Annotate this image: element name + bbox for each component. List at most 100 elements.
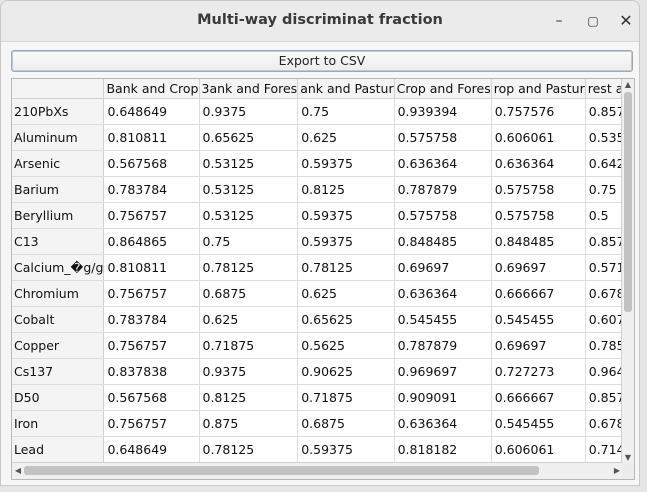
table-cell[interactable]: 0.545455 — [491, 306, 586, 333]
row-header[interactable]: Aluminum — [12, 124, 105, 151]
table-cell[interactable]: 0.6875 — [297, 410, 395, 437]
table-cell[interactable]: 0.756757 — [103, 332, 200, 359]
table-cell[interactable]: 0.783784 — [103, 306, 200, 333]
table-row[interactable]: 210PbXs 0.648649 0.9375 0.75 0.939394 0.75757… — [12, 98, 634, 125]
vertical-scrollbar[interactable]: ▲ ▼ — [621, 79, 634, 464]
maximize-icon[interactable]: ▢ — [582, 10, 604, 32]
table-cell[interactable]: 0.69697 — [394, 254, 492, 281]
table-cell[interactable]: 0.648649 — [103, 436, 200, 463]
table-cell[interactable]: 0.59375 — [297, 150, 395, 177]
table-row[interactable]: Iron 0.756757 0.875 0.6875 0.636364 0.545455 0… — [12, 410, 634, 437]
table-cell[interactable]: 0.756757 — [103, 202, 200, 229]
row-header[interactable]: Iron — [12, 410, 105, 437]
export-csv-button[interactable]: Export to CSV — [11, 50, 633, 72]
table-row[interactable]: Cobalt 0.783784 0.625 0.65625 0.545455 0.5454… — [12, 306, 634, 333]
table-row[interactable]: Lead 0.648649 0.78125 0.59375 0.818182 0.6060… — [12, 436, 634, 463]
table-cell[interactable]: 0.545455 — [394, 306, 492, 333]
table-cell[interactable]: 0.75 — [199, 228, 299, 255]
table-cell[interactable]: 0.606061 — [491, 124, 586, 151]
table-cell[interactable]: 0.567568 — [103, 150, 200, 177]
table-cell[interactable]: 0.53125 — [199, 176, 299, 203]
row-header[interactable]: Cobalt — [12, 306, 105, 333]
row-header[interactable]: Copper — [12, 332, 105, 359]
table-cell[interactable]: 0.606061 — [491, 436, 586, 463]
table-cell[interactable]: 0.53125 — [199, 150, 299, 177]
table-cell[interactable]: 0.69697 — [491, 254, 586, 281]
table-cell[interactable]: 0.53125 — [199, 202, 299, 229]
table-cell[interactable]: 0.848485 — [491, 228, 586, 255]
table-cell[interactable]: 0.939394 — [394, 98, 492, 125]
table-cell[interactable]: 0.636364 — [394, 280, 492, 307]
table-cell[interactable]: 0.65625 — [297, 306, 395, 333]
table-cell[interactable]: 0.59375 — [297, 228, 395, 255]
row-header[interactable]: Barium — [12, 176, 105, 203]
table-cell[interactable]: 0.575758 — [491, 202, 586, 229]
table-cell[interactable]: 0.90625 — [297, 358, 395, 385]
table-cell[interactable]: 0.78125 — [199, 436, 299, 463]
row-header[interactable]: 210PbXs — [12, 98, 105, 125]
table-row[interactable]: Chromium 0.756757 0.6875 0.625 0.636364 0.666… — [12, 280, 634, 307]
table-cell[interactable]: 0.666667 — [491, 384, 586, 411]
table-cell[interactable]: 0.78125 — [199, 254, 299, 281]
column-header[interactable]: ank and Pastur — [297, 79, 395, 99]
table-cell[interactable]: 0.648649 — [103, 98, 200, 125]
table-cell[interactable]: 0.756757 — [103, 280, 200, 307]
table-cell[interactable]: 0.625 — [297, 124, 395, 151]
table-cell[interactable]: 0.810811 — [103, 254, 200, 281]
table-row[interactable]: Cs137 0.837838 0.9375 0.90625 0.969697 0.7272… — [12, 358, 634, 385]
table-cell[interactable]: 0.875 — [199, 410, 299, 437]
table-cell[interactable]: 0.6875 — [199, 280, 299, 307]
table-cell[interactable]: 0.65625 — [199, 124, 299, 151]
table-cell[interactable]: 0.71875 — [199, 332, 299, 359]
horizontal-scroll-thumb[interactable] — [24, 466, 539, 475]
table-cell[interactable]: 0.59375 — [297, 436, 395, 463]
table-cell[interactable]: 0.727273 — [491, 358, 586, 385]
table-cell[interactable]: 0.969697 — [394, 358, 492, 385]
row-header[interactable]: Calcium_�g/g — [12, 254, 105, 281]
row-header[interactable]: Lead — [12, 436, 105, 463]
table-cell[interactable]: 0.575758 — [491, 176, 586, 203]
vertical-scroll-thumb[interactable] — [624, 92, 632, 312]
table-cell[interactable]: 0.625 — [199, 306, 299, 333]
column-header[interactable]: rop and Pastur — [491, 79, 586, 99]
table-cell[interactable]: 0.636364 — [394, 410, 492, 437]
minimize-icon[interactable]: – — [548, 10, 570, 32]
table-corner-header[interactable] — [12, 79, 105, 99]
column-header[interactable]: Bank and Crop — [103, 79, 200, 99]
row-header[interactable]: Beryllium — [12, 202, 105, 229]
horizontal-scrollbar[interactable]: ◀ ▶ — [12, 462, 623, 479]
table-cell[interactable]: 0.8125 — [297, 176, 395, 203]
table-cell[interactable]: 0.848485 — [394, 228, 492, 255]
row-header[interactable]: Chromium — [12, 280, 105, 307]
column-header[interactable]: Crop and Fores — [394, 79, 492, 99]
table-cell[interactable]: 0.9375 — [199, 98, 299, 125]
row-header[interactable]: Arsenic — [12, 150, 105, 177]
table-cell[interactable]: 0.5625 — [297, 332, 395, 359]
table-cell[interactable]: 0.909091 — [394, 384, 492, 411]
table-cell[interactable]: 0.75 — [297, 98, 395, 125]
table-cell[interactable]: 0.787879 — [394, 176, 492, 203]
column-header[interactable]: 3ank and Fores — [199, 79, 299, 99]
table-cell[interactable]: 0.666667 — [491, 280, 586, 307]
table-cell[interactable]: 0.575758 — [394, 124, 492, 151]
table-row[interactable]: Calcium_�g/g 0.810811 0.78125 0.78125 0.6969… — [12, 254, 634, 281]
table-row[interactable]: Barium 0.783784 0.53125 0.8125 0.787879 0.575… — [12, 176, 634, 203]
table-cell[interactable]: 0.8125 — [199, 384, 299, 411]
table-row[interactable]: D50 0.567568 0.8125 0.71875 0.909091 0.666667… — [12, 384, 634, 411]
table-row[interactable]: Aluminum 0.810811 0.65625 0.625 0.575758 0.60… — [12, 124, 634, 151]
scroll-left-icon[interactable]: ◀ — [12, 463, 24, 479]
table-row[interactable]: Beryllium 0.756757 0.53125 0.59375 0.575758 0… — [12, 202, 634, 229]
table-cell[interactable]: 0.9375 — [199, 358, 299, 385]
table-cell[interactable]: 0.567568 — [103, 384, 200, 411]
results-table-view[interactable]: Bank and Crop 3ank and Fores ank and Pastu… — [11, 78, 635, 480]
scroll-up-icon[interactable]: ▲ — [622, 79, 634, 91]
table-cell[interactable]: 0.837838 — [103, 358, 200, 385]
row-header[interactable]: C13 — [12, 228, 105, 255]
table-cell[interactable]: 0.78125 — [297, 254, 395, 281]
table-cell[interactable]: 0.864865 — [103, 228, 200, 255]
table-row[interactable]: Arsenic 0.567568 0.53125 0.59375 0.636364 0.6… — [12, 150, 634, 177]
row-header[interactable]: Cs137 — [12, 358, 105, 385]
table-cell[interactable]: 0.636364 — [491, 150, 586, 177]
table-row[interactable]: Copper 0.756757 0.71875 0.5625 0.787879 0.696… — [12, 332, 634, 359]
table-cell[interactable]: 0.575758 — [394, 202, 492, 229]
